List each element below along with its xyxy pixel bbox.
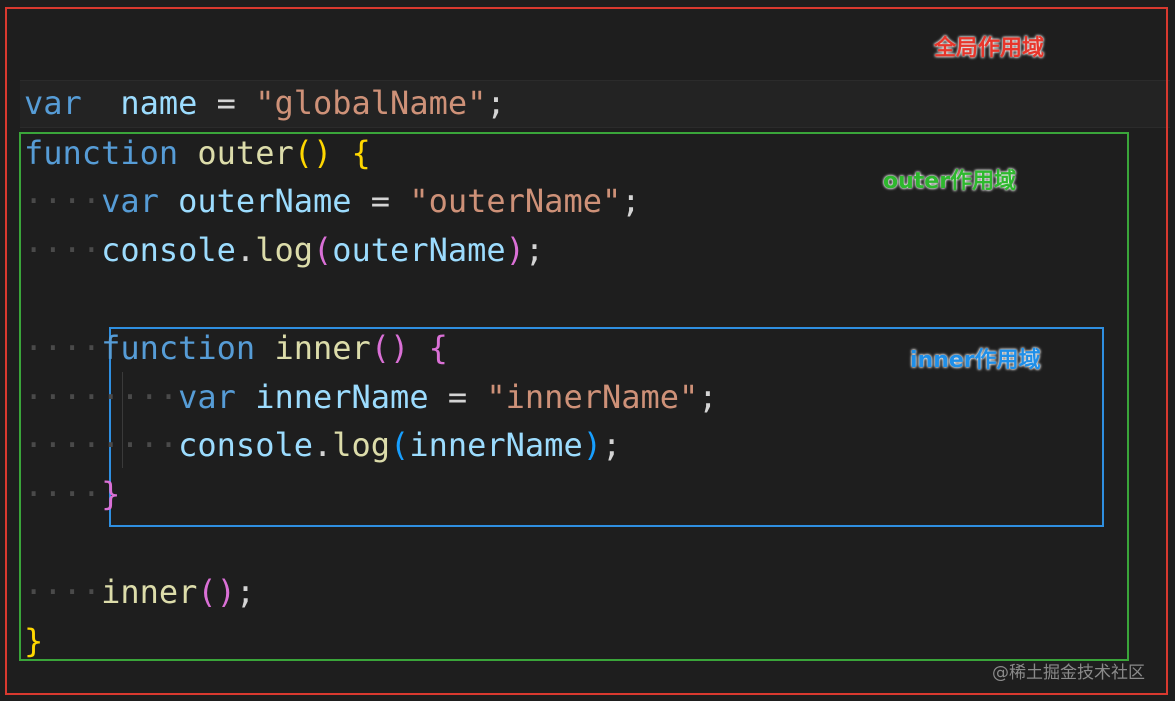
brace: } bbox=[24, 622, 44, 660]
whitespace-dots: ···· bbox=[24, 573, 102, 611]
semicolon: ; bbox=[601, 426, 622, 464]
string-literal: "globalName" bbox=[255, 84, 487, 122]
brace: } bbox=[101, 475, 121, 513]
global-scope-label: 全局作用域 bbox=[934, 36, 1045, 61]
operator: = bbox=[370, 182, 391, 220]
keyword: var bbox=[178, 378, 236, 416]
whitespace-dots: ···· bbox=[24, 231, 102, 269]
code-line-1[interactable]: var name = "globalName"; bbox=[24, 81, 506, 125]
code-line-9[interactable]: ····} bbox=[24, 472, 120, 516]
operator: = bbox=[447, 378, 468, 416]
function-call: inner bbox=[101, 573, 198, 611]
argument: innerName bbox=[409, 426, 583, 464]
identifier: innerName bbox=[255, 378, 429, 416]
code-line-6[interactable]: ····function inner() { bbox=[24, 326, 448, 370]
code-line-7[interactable]: ········var innerName = "innerName"; bbox=[24, 375, 718, 419]
code-line-8[interactable]: ········console.log(innerName); bbox=[24, 423, 621, 467]
semicolon: ; bbox=[524, 231, 545, 269]
code-line-12[interactable]: } bbox=[24, 619, 43, 663]
watermark: @稀土掘金技术社区 bbox=[992, 663, 1145, 683]
paren: ) bbox=[582, 426, 602, 464]
code-line-3[interactable]: ····var outerName = "outerName"; bbox=[24, 179, 641, 223]
paren: ) bbox=[390, 329, 410, 367]
paren: ) bbox=[216, 573, 236, 611]
code-line-11[interactable]: ····inner(); bbox=[24, 570, 255, 614]
keyword: function bbox=[24, 134, 179, 172]
whitespace-dots: ········ bbox=[24, 426, 179, 464]
object-name: console bbox=[101, 231, 236, 269]
function-name: inner bbox=[274, 329, 371, 367]
paren: ( bbox=[370, 329, 391, 367]
object-name: console bbox=[178, 426, 313, 464]
paren: ( bbox=[293, 134, 313, 172]
whitespace-dots: ···· bbox=[24, 182, 102, 220]
keyword: var bbox=[24, 84, 82, 122]
dot: . bbox=[312, 426, 333, 464]
method-name: log bbox=[255, 231, 313, 269]
semicolon: ; bbox=[621, 182, 641, 220]
paren: ( bbox=[390, 426, 410, 464]
function-name: outer bbox=[197, 134, 294, 172]
operator: = bbox=[216, 84, 236, 122]
argument: outerName bbox=[332, 231, 506, 269]
whitespace-dots: ········ bbox=[24, 378, 179, 416]
semicolon: ; bbox=[698, 378, 718, 416]
method-name: log bbox=[332, 426, 391, 464]
string-literal: "innerName" bbox=[486, 378, 699, 416]
keyword: function bbox=[101, 329, 256, 367]
paren: ) bbox=[312, 134, 333, 172]
identifier: name bbox=[120, 84, 198, 122]
semicolon: ; bbox=[486, 84, 506, 122]
whitespace-dots: ···· bbox=[24, 329, 102, 367]
string-literal: "outerName" bbox=[409, 182, 622, 220]
paren: ( bbox=[312, 231, 333, 269]
semicolon: ; bbox=[235, 573, 256, 611]
outer-scope-label: outer作用域 bbox=[883, 169, 1017, 194]
brace: { bbox=[428, 329, 448, 367]
inner-scope-label: inner作用域 bbox=[910, 348, 1041, 373]
dot: . bbox=[235, 231, 256, 269]
identifier: outerName bbox=[178, 182, 352, 220]
keyword: var bbox=[101, 182, 159, 220]
paren: ( bbox=[197, 573, 217, 611]
code-line-2[interactable]: function outer() { bbox=[24, 131, 371, 175]
brace: { bbox=[351, 134, 371, 172]
code-line-4[interactable]: ····console.log(outerName); bbox=[24, 228, 544, 272]
paren: ) bbox=[505, 231, 525, 269]
whitespace-dots: ···· bbox=[24, 475, 102, 513]
